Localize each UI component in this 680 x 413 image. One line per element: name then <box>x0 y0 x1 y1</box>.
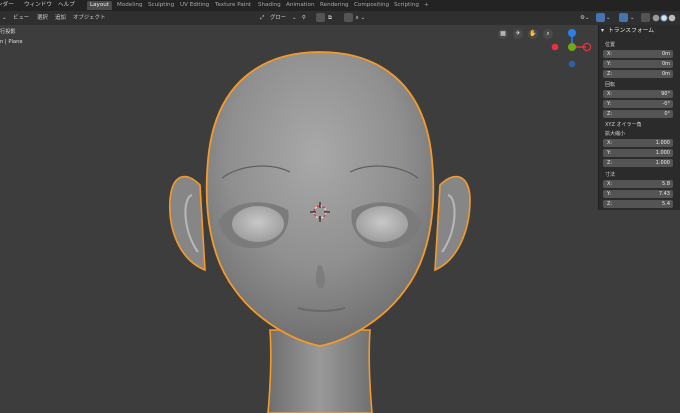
location-label: 位置 <box>605 42 616 48</box>
rotation-y-field[interactable]: Y: -0° <box>603 100 673 108</box>
gizmo-x-axis[interactable] <box>551 43 559 51</box>
transform-orientation-dropdown[interactable]: グロー <box>270 13 286 23</box>
transform-panel: ▾ トランスフォーム 位置 X: 0m Y: 0m Z: 0m 回転 X: 90° Y:… <box>598 25 680 210</box>
tab-uv-editing[interactable]: UV Editing <box>180 1 209 10</box>
dimensions-x-field[interactable]: X: 5.8 <box>603 180 673 188</box>
menu-object[interactable]: オブジェクト <box>73 13 105 23</box>
tab-layout[interactable]: Layout <box>87 1 113 10</box>
shading-spheres-icon[interactable] <box>652 13 680 23</box>
pivot-icon[interactable]: ⚲ <box>302 13 306 23</box>
grid-view-icon[interactable]: ▦ <box>498 29 508 39</box>
3d-viewport[interactable] <box>0 25 680 413</box>
menu-select[interactable]: 選択 <box>37 13 48 23</box>
dimensions-z-field[interactable]: Z: 5.4 <box>603 200 673 208</box>
chevron-down-icon: ⌄ <box>292 15 297 21</box>
tab-scripting[interactable]: Scripting <box>394 1 419 10</box>
shading-mode-icons[interactable] <box>652 13 680 23</box>
viewport-header: ⌄ ビュー 選択 追加 オブジェクト ⤢ グロー ⌄ ⚲ ⧉ ∧ ⌄ ⚙⌄ ⌄ … <box>0 11 680 25</box>
gizmo-z-axis[interactable] <box>568 29 576 37</box>
gizmo-neg-z-axis[interactable] <box>568 60 576 68</box>
gizmo-toggle-icon[interactable] <box>596 13 605 22</box>
head-mesh[interactable] <box>205 51 435 347</box>
active-object-label: n | Plane <box>0 39 23 45</box>
right-ear-mesh[interactable] <box>434 175 471 272</box>
tab-compositing[interactable]: Compositing <box>354 1 389 10</box>
overlay-chevron-icon[interactable]: ⌄ <box>630 13 635 23</box>
scale-x-field[interactable]: X: 1.000 <box>603 139 673 147</box>
gizmo-y-axis[interactable] <box>568 43 576 51</box>
dimensions-label: 寸法 <box>605 172 616 178</box>
viewport-info: 行投影 n | Plane <box>0 27 23 47</box>
camera-view-icon[interactable]: ✈ <box>513 29 523 39</box>
hand-pan-icon[interactable]: ✋ <box>528 29 538 39</box>
left-ear-mesh[interactable] <box>169 175 206 272</box>
view-perspective-label: 行投影 <box>0 29 16 35</box>
rotation-mode-dropdown[interactable]: XYZ オイラー角 <box>605 121 642 128</box>
overlay-toggle-icon[interactable] <box>619 13 628 22</box>
tab-texture-paint[interactable]: Texture Paint <box>215 1 251 10</box>
top-bar: ンダー ウィンドウ ヘルプ Layout Modeling Sculpting … <box>0 0 680 11</box>
gizmo-chevron-icon[interactable]: ⌄ <box>606 13 611 23</box>
transform-orientation-icon[interactable]: ⤢ <box>260 13 264 23</box>
menu-view[interactable]: ビュー <box>13 13 29 23</box>
tab-rendering[interactable]: Rendering <box>320 1 349 10</box>
viewport-canvas <box>169 29 592 413</box>
menu-render[interactable]: ンダー <box>0 1 14 10</box>
falloff-icon[interactable]: ∧ ⌄ <box>355 13 365 23</box>
scale-z-field[interactable]: Z: 1.000 <box>603 159 673 167</box>
proportional-edit-icon[interactable] <box>344 13 353 22</box>
mode-chevron-icon[interactable]: ⌄ <box>2 13 7 23</box>
tab-modeling[interactable]: Modeling <box>117 1 142 10</box>
xray-toggle-icon[interactable] <box>641 13 650 22</box>
tab-sculpting[interactable]: Sculpting <box>148 1 174 10</box>
dimensions-y-field[interactable]: Y: 7.43 <box>603 190 673 198</box>
location-y-field[interactable]: Y: 0m <box>603 60 673 68</box>
rotation-x-field[interactable]: X: 90° <box>603 90 673 98</box>
left-eye <box>232 206 284 242</box>
scale-y-field[interactable]: Y: 1.000 <box>603 149 673 157</box>
rotation-z-field[interactable]: Z: 0° <box>603 110 673 118</box>
transform-panel-header[interactable]: ▾ トランスフォーム <box>599 27 680 36</box>
collapse-chevron-icon[interactable]: ▾ <box>601 27 604 36</box>
rotation-label: 回転 <box>605 82 616 88</box>
snap-toggle-icon[interactable] <box>316 13 325 22</box>
menu-add[interactable]: 追加 <box>55 13 66 23</box>
tab-shading[interactable]: Shading <box>258 1 281 10</box>
location-z-field[interactable]: Z: 0m <box>603 70 673 78</box>
right-eye <box>356 206 408 242</box>
navigation-gizmo[interactable] <box>551 29 592 68</box>
panel-title: トランスフォーム <box>608 28 655 34</box>
menu-help[interactable]: ヘルプ <box>58 1 75 10</box>
scale-label: 拡大縮小 <box>605 131 626 137</box>
snap-target-icon[interactable]: ⧉ <box>328 13 332 23</box>
visibility-icon[interactable]: ⚙⌄ <box>580 13 589 23</box>
menu-window[interactable]: ウィンドウ <box>24 1 52 10</box>
zoom-icon[interactable]: ⌕ <box>543 29 553 39</box>
location-x-field[interactable]: X: 0m <box>603 50 673 58</box>
tab-animation[interactable]: Animation <box>286 1 315 10</box>
add-workspace-button[interactable]: + <box>424 1 429 10</box>
